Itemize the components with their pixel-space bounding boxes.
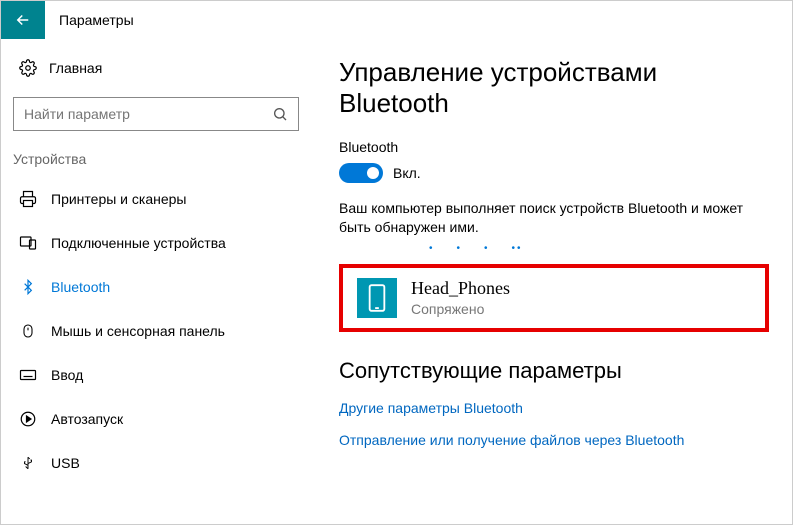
nav-label: Автозапуск — [51, 411, 123, 427]
sidebar-item-printers[interactable]: Принтеры и сканеры — [11, 177, 301, 221]
bluetooth-toggle[interactable]: Вкл. — [339, 163, 774, 183]
phone-icon — [357, 278, 397, 318]
page-title: Управление устройствами Bluetooth — [339, 57, 774, 119]
scanning-dots: ••••• — [429, 243, 774, 254]
sidebar-item-connected-devices[interactable]: Подключенные устройства — [11, 221, 301, 265]
nav-label: Ввод — [51, 367, 83, 383]
search-input[interactable] — [24, 106, 272, 122]
link-more-bluetooth[interactable]: Другие параметры Bluetooth — [339, 400, 774, 416]
device-name: Head_Phones — [411, 278, 510, 299]
device-status: Сопряжено — [411, 301, 510, 317]
window-header: Параметры — [1, 1, 792, 39]
sidebar-item-mouse[interactable]: Мышь и сенсорная панель — [11, 309, 301, 353]
arrow-left-icon — [14, 11, 32, 29]
keyboard-icon — [19, 366, 37, 384]
usb-icon — [19, 454, 37, 472]
back-button[interactable] — [1, 1, 45, 39]
toggle-track — [339, 163, 383, 183]
link-send-receive-files[interactable]: Отправление или получение файлов через B… — [339, 432, 774, 448]
sidebar-item-usb[interactable]: USB — [11, 441, 301, 485]
sidebar-item-bluetooth[interactable]: Bluetooth — [11, 265, 301, 309]
bluetooth-icon — [19, 278, 37, 296]
mouse-icon — [19, 322, 37, 340]
printer-icon — [19, 190, 37, 208]
home-nav[interactable]: Главная — [11, 53, 301, 91]
devices-icon — [19, 234, 37, 252]
sidebar-item-typing[interactable]: Ввод — [11, 353, 301, 397]
autoplay-icon — [19, 410, 37, 428]
sidebar-item-autoplay[interactable]: Автозапуск — [11, 397, 301, 441]
nav-label: Подключенные устройства — [51, 235, 226, 251]
header-title: Параметры — [45, 12, 134, 28]
toggle-thumb — [367, 167, 379, 179]
status-description: Ваш компьютер выполняет поиск устройств … — [339, 199, 759, 237]
nav-label: USB — [51, 455, 80, 471]
nav-label: Мышь и сенсорная панель — [51, 323, 225, 339]
search-icon — [272, 106, 288, 122]
nav-label: Принтеры и сканеры — [51, 191, 186, 207]
nav-label: Bluetooth — [51, 279, 110, 295]
device-card[interactable]: Head_Phones Сопряжено — [339, 264, 769, 332]
search-box[interactable] — [13, 97, 299, 131]
category-label: Устройства — [11, 145, 301, 177]
toggle-state: Вкл. — [393, 165, 421, 181]
related-heading: Сопутствующие параметры — [339, 358, 774, 384]
home-label: Главная — [49, 60, 102, 76]
main-panel: Управление устройствами Bluetooth Blueto… — [311, 39, 792, 524]
sidebar: Главная Устройства Принтеры и сканеры По… — [1, 39, 311, 524]
gear-icon — [19, 59, 37, 77]
bluetooth-label: Bluetooth — [339, 139, 774, 155]
